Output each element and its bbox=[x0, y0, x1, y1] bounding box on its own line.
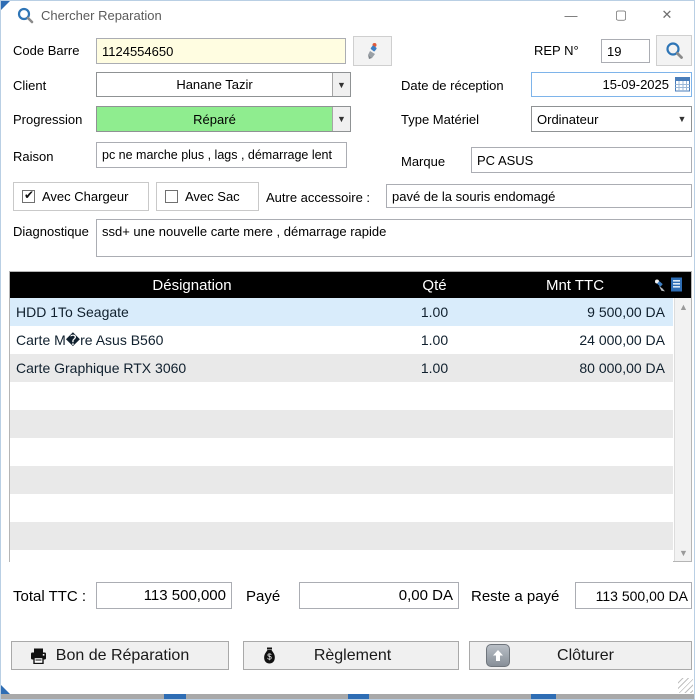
taskbar-segment bbox=[348, 694, 369, 700]
code-barre-input[interactable]: 1124554650 bbox=[96, 38, 346, 64]
reste-a-paye-label: Reste a payé bbox=[471, 588, 559, 605]
cloturer-label: Clôturer bbox=[510, 647, 691, 665]
reste-a-paye-value: 113 500,00 DA bbox=[575, 582, 692, 609]
code-barre-label: Code Barre bbox=[13, 43, 79, 58]
title-bar[interactable]: Chercher Reparation — ▢ ✕ bbox=[1, 1, 694, 29]
window-title: Chercher Reparation bbox=[41, 8, 162, 23]
empty-row bbox=[10, 382, 673, 410]
scroll-down-icon[interactable]: ▼ bbox=[675, 544, 692, 561]
calendar-icon[interactable] bbox=[675, 76, 690, 92]
col-designation-header[interactable]: Désignation bbox=[10, 272, 374, 298]
reglement-label: Règlement bbox=[277, 647, 458, 665]
bon-de-reparation-button[interactable]: Bon de Réparation bbox=[11, 641, 229, 670]
form-list-icon[interactable] bbox=[670, 277, 683, 292]
raison-input[interactable]: pc ne marche plus , lags , démarrage len… bbox=[96, 142, 347, 168]
total-ttc-value: 113 500,000 bbox=[96, 582, 232, 609]
items-table[interactable]: Désignation Qté Mnt TTC bbox=[9, 271, 692, 562]
date-reception-input[interactable]: 15-09-2025 bbox=[531, 72, 692, 97]
empty-row bbox=[10, 550, 673, 563]
rep-number-label: REP N° bbox=[534, 43, 579, 58]
progression-combobox[interactable]: Réparé ▼ bbox=[96, 106, 351, 132]
raison-label: Raison bbox=[13, 149, 53, 164]
avec-sac-checkbox[interactable]: Avec Sac bbox=[156, 182, 259, 211]
taskbar-segment bbox=[531, 694, 556, 700]
bon-de-reparation-label: Bon de Réparation bbox=[47, 647, 228, 665]
cell-qte: 1.00 bbox=[374, 354, 495, 382]
empty-row bbox=[10, 522, 673, 550]
type-materiel-combobox[interactable]: Ordinateur ▼ bbox=[531, 106, 692, 132]
chevron-down-icon[interactable]: ▼ bbox=[673, 107, 691, 131]
progression-value: Réparé bbox=[97, 107, 332, 131]
money-bag-icon: $ bbox=[262, 647, 277, 664]
cell-designation: Carte Graphique RTX 3060 bbox=[10, 354, 374, 382]
client-combobox[interactable]: Hanane Tazir ▼ bbox=[96, 72, 351, 97]
scroll-up-icon[interactable]: ▲ bbox=[675, 298, 692, 315]
maximize-button[interactable]: ▢ bbox=[598, 1, 644, 29]
empty-row bbox=[10, 410, 673, 438]
checkbox-icon[interactable] bbox=[165, 190, 178, 203]
background-taskbar-strip bbox=[1, 694, 695, 700]
cell-designation: HDD 1To Seagate bbox=[10, 298, 374, 326]
checkbox-icon[interactable] bbox=[22, 190, 35, 203]
empty-row bbox=[10, 466, 673, 494]
minimize-button[interactable]: — bbox=[548, 1, 594, 29]
diagnostique-textarea[interactable]: ssd+ une nouvelle carte mere , démarrage… bbox=[96, 219, 692, 257]
chevron-down-icon[interactable]: ▼ bbox=[332, 73, 350, 96]
cell-mnt: 80 000,00 DA bbox=[495, 354, 673, 382]
total-ttc-label: Total TTC : bbox=[13, 588, 86, 605]
col-mnt-header[interactable]: Mnt TTC bbox=[495, 272, 655, 298]
cell-qte: 1.00 bbox=[374, 326, 495, 354]
vertical-scrollbar[interactable]: ▲ ▼ bbox=[674, 298, 691, 561]
autre-accessoire-label: Autre accessoire : bbox=[266, 190, 370, 205]
table-row[interactable]: Carte M�re Asus B560 1.00 24 000,00 DA bbox=[10, 326, 673, 354]
empty-row bbox=[10, 494, 673, 522]
avec-chargeur-checkbox[interactable]: Avec Chargeur bbox=[13, 182, 149, 211]
date-reception-label: Date de réception bbox=[401, 78, 504, 93]
scan-pen-button[interactable] bbox=[353, 36, 392, 66]
progression-label: Progression bbox=[13, 112, 82, 127]
avec-chargeur-label: Avec Chargeur bbox=[42, 189, 128, 204]
client-label: Client bbox=[13, 78, 46, 93]
background-window-corner bbox=[1, 1, 10, 10]
chercher-reparation-window: Chercher Reparation — ▢ ✕ Code Barre 112… bbox=[0, 0, 695, 700]
rep-number-input[interactable]: 19 bbox=[601, 39, 650, 63]
table-row[interactable]: Carte Graphique RTX 3060 1.00 80 000,00 … bbox=[10, 354, 673, 382]
type-materiel-label: Type Matériel bbox=[401, 112, 479, 127]
marque-label: Marque bbox=[401, 154, 445, 169]
svg-text:$: $ bbox=[267, 653, 272, 662]
printer-icon bbox=[30, 648, 47, 664]
autre-accessoire-input[interactable]: pavé de la souris endomagé bbox=[386, 184, 692, 208]
reglement-button[interactable]: $ Règlement bbox=[243, 641, 459, 670]
col-qte-header[interactable]: Qté bbox=[374, 272, 495, 298]
marque-input[interactable]: PC ASUS bbox=[471, 147, 692, 173]
cell-mnt: 24 000,00 DA bbox=[495, 326, 673, 354]
pen-icon bbox=[364, 42, 382, 60]
cell-mnt: 9 500,00 DA bbox=[495, 298, 673, 326]
type-materiel-value: Ordinateur bbox=[532, 107, 673, 131]
empty-row bbox=[10, 438, 673, 466]
client-value: Hanane Tazir bbox=[97, 73, 332, 96]
up-arrow-icon bbox=[486, 644, 510, 667]
avec-sac-label: Avec Sac bbox=[185, 189, 240, 204]
chevron-down-icon[interactable]: ▼ bbox=[332, 107, 350, 131]
app-search-icon bbox=[17, 7, 34, 24]
table-header: Désignation Qté Mnt TTC bbox=[10, 272, 691, 298]
close-button[interactable]: ✕ bbox=[644, 1, 690, 29]
paye-value: 0,00 DA bbox=[299, 582, 459, 609]
paye-label: Payé bbox=[246, 588, 280, 605]
cloturer-button[interactable]: Clôturer bbox=[469, 641, 692, 670]
cell-qte: 1.00 bbox=[374, 298, 495, 326]
edit-pen-icon[interactable] bbox=[653, 278, 667, 292]
resize-grip[interactable] bbox=[678, 678, 693, 693]
search-icon bbox=[665, 41, 684, 60]
cell-designation: Carte M�re Asus B560 bbox=[10, 326, 374, 354]
diagnostique-label: Diagnostique bbox=[13, 224, 89, 239]
taskbar-segment bbox=[164, 694, 186, 700]
table-row[interactable]: HDD 1To Seagate 1.00 9 500,00 DA bbox=[10, 298, 673, 326]
search-rep-button[interactable] bbox=[656, 35, 692, 66]
